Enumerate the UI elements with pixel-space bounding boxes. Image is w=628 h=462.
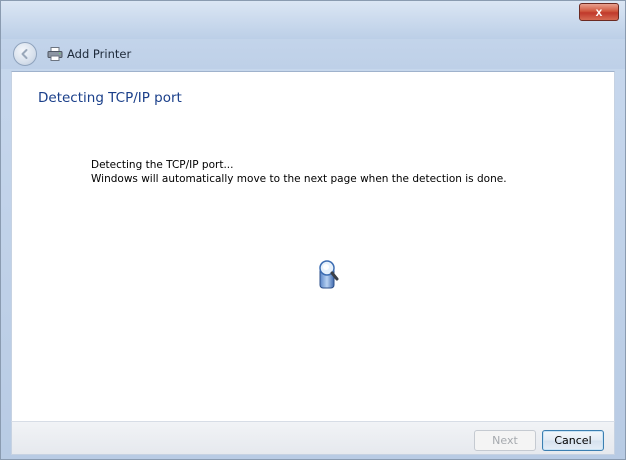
- close-button[interactable]: x: [579, 3, 619, 21]
- navigation-bar: Add Printer: [1, 39, 625, 69]
- wizard-footer: Next Cancel: [11, 421, 615, 455]
- wizard-content: Detecting TCP/IP port Detecting the TCP/…: [11, 71, 615, 421]
- search-animation-icon: [319, 260, 339, 289]
- title-bar: x: [1, 1, 625, 39]
- cancel-button[interactable]: Cancel: [542, 430, 604, 451]
- printer-icon: [47, 47, 63, 61]
- next-button[interactable]: Next: [474, 430, 536, 451]
- add-printer-window: x Add Printer Detecting TCP/IP port Dete…: [0, 0, 626, 460]
- window-title: Add Printer: [67, 47, 132, 61]
- back-arrow-icon: [21, 49, 28, 59]
- page-heading: Detecting TCP/IP port: [38, 90, 182, 106]
- back-button[interactable]: [13, 42, 37, 66]
- status-description: Windows will automatically move to the n…: [91, 173, 507, 185]
- status-text: Detecting the TCP/IP port...: [91, 159, 234, 171]
